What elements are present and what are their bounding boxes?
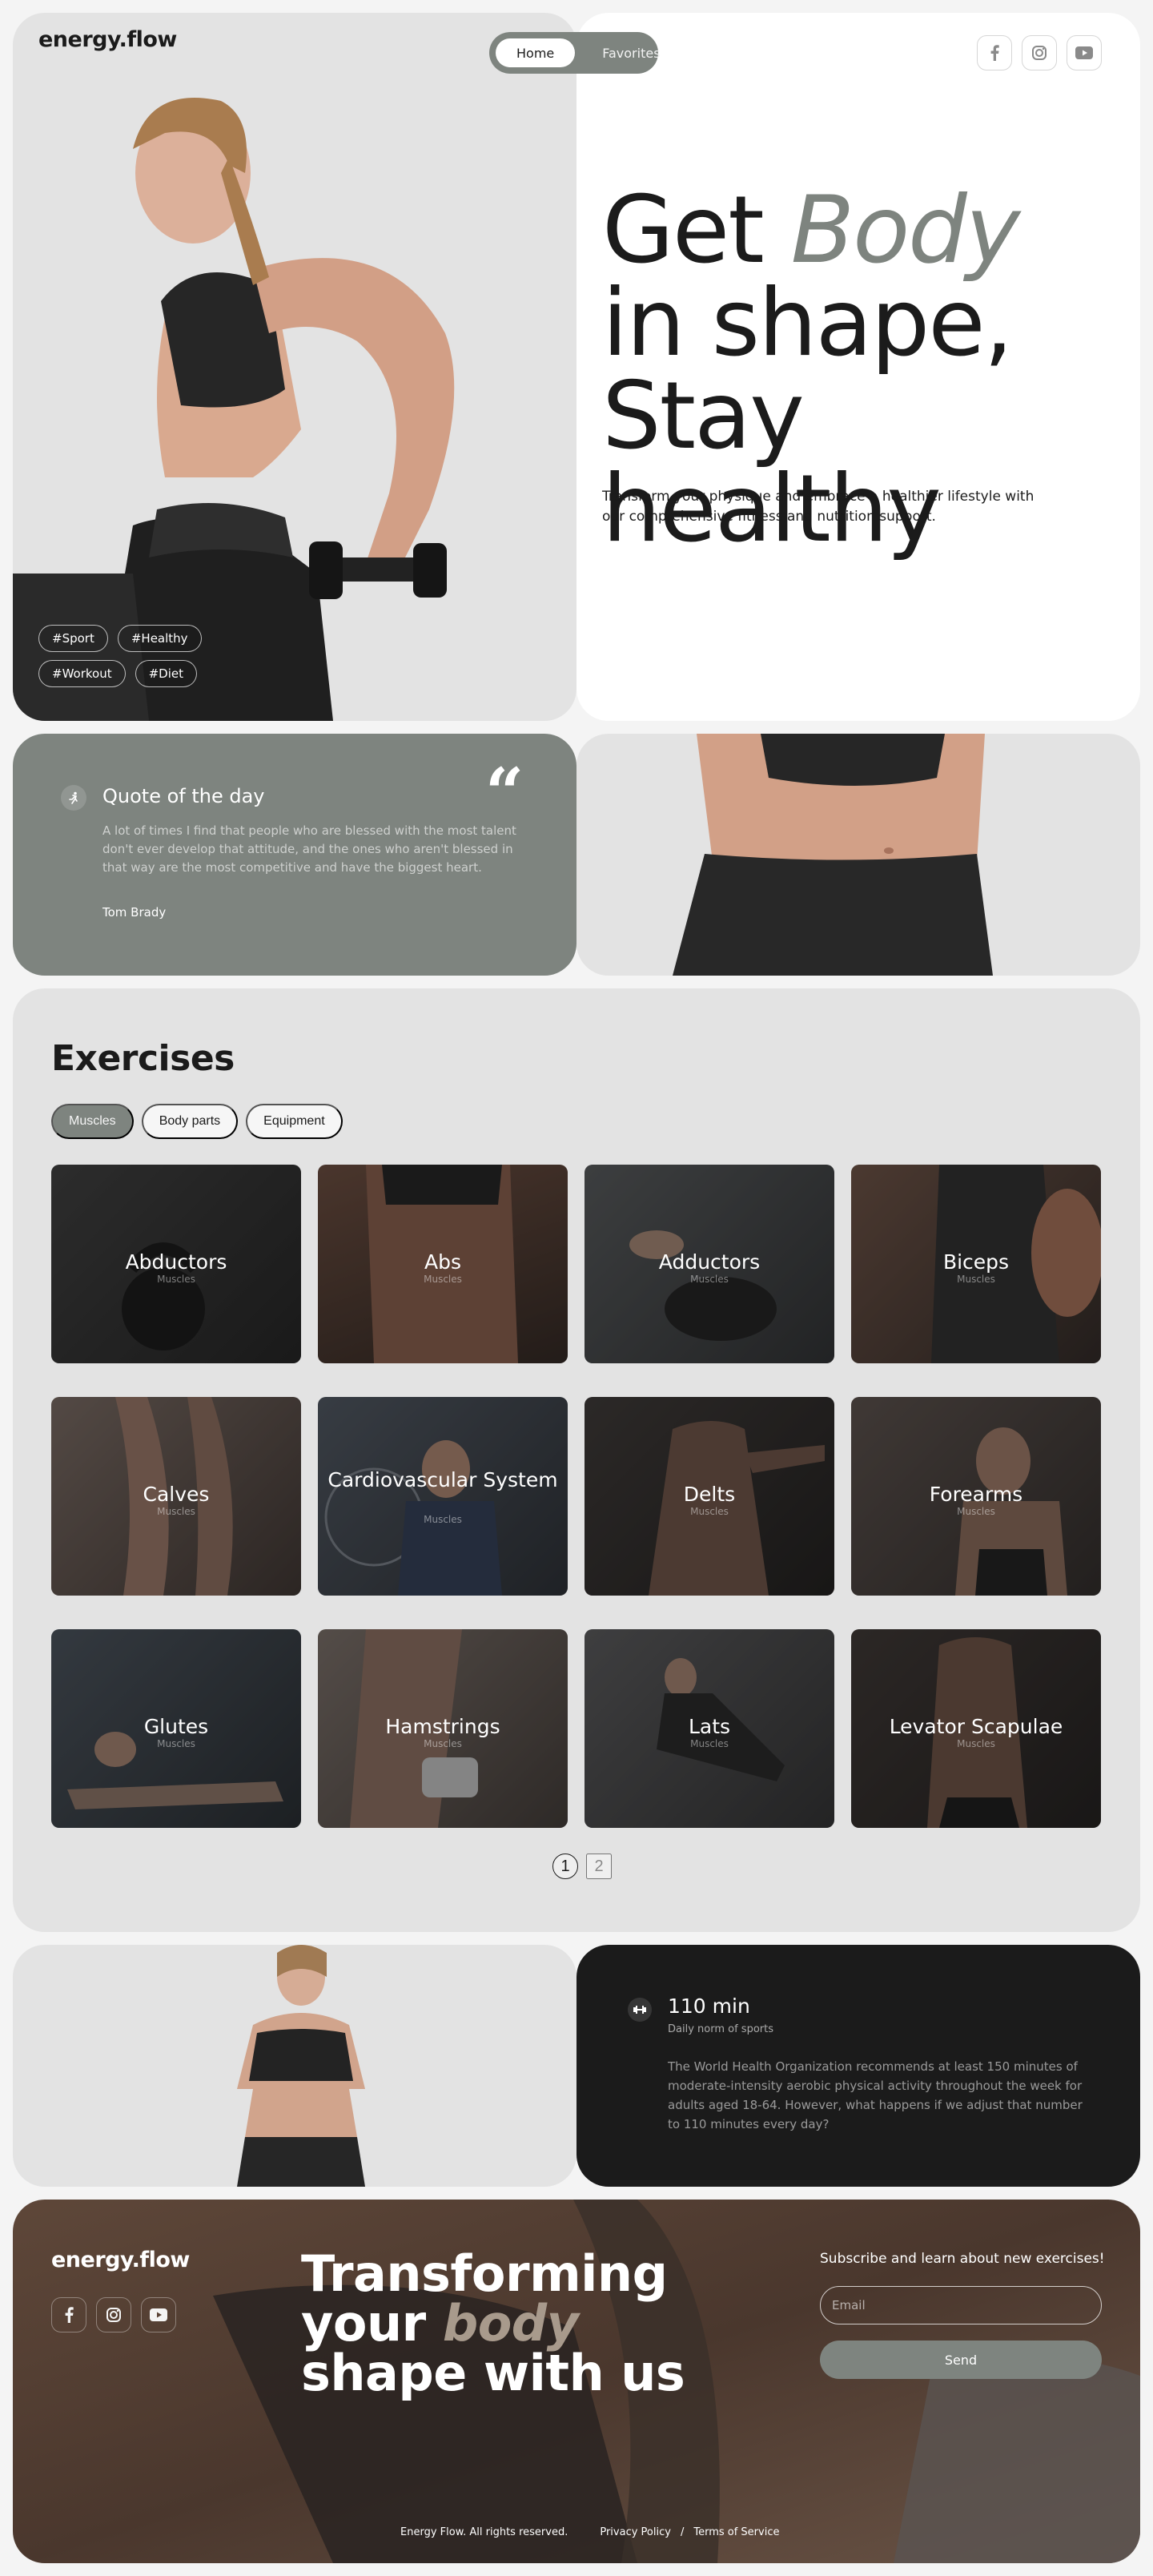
hero-description: Transform your physique and embrace a he… bbox=[602, 489, 1034, 525]
exercise-card-forearms[interactable]: Forearms Muscles bbox=[851, 1397, 1101, 1596]
exercise-card-levator-scapulae[interactable]: Levator Scapulae Muscles bbox=[851, 1629, 1101, 1828]
card-name: Cardiovascular System bbox=[327, 1468, 558, 1491]
hero-image-panel bbox=[13, 13, 576, 721]
exercise-card-cardiovascular-system[interactable]: Cardiovascular System Muscles bbox=[318, 1397, 568, 1596]
send-button[interactable]: Send bbox=[820, 2341, 1102, 2379]
card-name: Biceps bbox=[942, 1250, 1010, 1274]
quote-author: Tom Brady bbox=[102, 905, 167, 920]
facebook-icon[interactable] bbox=[51, 2297, 86, 2332]
filter-body-parts[interactable]: Body parts bbox=[141, 1104, 239, 1139]
card-category: Muscles bbox=[424, 1274, 462, 1285]
exercises-title: Exercises bbox=[51, 1038, 235, 1079]
email-field[interactable] bbox=[820, 2286, 1102, 2324]
quote-text: A lot of times I find that people who ar… bbox=[102, 823, 516, 875]
exercise-card-hamstrings[interactable]: Hamstrings Muscles bbox=[318, 1629, 568, 1828]
header-social-links bbox=[977, 35, 1102, 70]
card-name: Delts bbox=[683, 1483, 736, 1506]
exercise-card-abductors[interactable]: Abductors Muscles bbox=[51, 1165, 301, 1363]
quote-mark-icon: “ bbox=[485, 753, 524, 832]
dumbbell-icon bbox=[628, 1998, 652, 2022]
youtube-icon[interactable] bbox=[1067, 35, 1102, 70]
card-category: Muscles bbox=[424, 1514, 462, 1525]
card-category: Muscles bbox=[157, 1274, 195, 1285]
nav-favorites[interactable]: Favorites bbox=[581, 38, 681, 67]
brand-logo[interactable]: energy.flow bbox=[38, 27, 177, 52]
privacy-policy-link[interactable]: Privacy Policy bbox=[600, 2526, 671, 2538]
hero-title-part-1: Get bbox=[602, 176, 791, 284]
card-name: Abductors bbox=[125, 1250, 227, 1274]
tag-healthy[interactable]: #Healthy bbox=[117, 625, 202, 652]
card-name: Calves bbox=[143, 1483, 210, 1506]
hero-title-italic: Body bbox=[790, 176, 1021, 284]
footer-logo[interactable]: energy.flow bbox=[51, 2248, 190, 2272]
hero-tags: #Sport #Healthy #Workout #Diet bbox=[38, 625, 247, 687]
page-1-button[interactable]: 1 bbox=[552, 1854, 578, 1879]
exercise-card-adductors[interactable]: Adductors Muscles bbox=[585, 1165, 834, 1363]
abs-photo bbox=[673, 734, 993, 976]
abs-photo-card bbox=[576, 734, 1140, 976]
page-2-button[interactable]: 2 bbox=[586, 1854, 612, 1879]
pagination: 1 2 bbox=[552, 1854, 612, 1879]
card-category: Muscles bbox=[157, 1738, 195, 1749]
running-icon bbox=[61, 785, 86, 811]
daily-subtitle: Daily norm of sports bbox=[668, 2023, 773, 2035]
card-name: Lats bbox=[688, 1715, 731, 1738]
daily-minutes: 110 min bbox=[668, 1994, 750, 2018]
card-category: Muscles bbox=[690, 1738, 729, 1749]
tag-workout[interactable]: #Workout bbox=[38, 660, 126, 687]
hero-woman-photo bbox=[13, 98, 455, 721]
footer-social-links bbox=[51, 2297, 176, 2332]
filter-muscles[interactable]: Muscles bbox=[51, 1104, 134, 1139]
subscribe-label: Subscribe and learn about new exercises! bbox=[820, 2251, 1105, 2267]
exercise-card-calves[interactable]: Calves Muscles bbox=[51, 1397, 301, 1596]
card-category: Muscles bbox=[424, 1738, 462, 1749]
card-name: Abs bbox=[424, 1250, 461, 1274]
exercise-card-lats[interactable]: Lats Muscles bbox=[585, 1629, 834, 1828]
card-category: Muscles bbox=[690, 1506, 729, 1517]
card-category: Muscles bbox=[690, 1274, 729, 1285]
filter-equipment[interactable]: Equipment bbox=[246, 1104, 343, 1139]
quote-title: Quote of the day bbox=[102, 785, 265, 807]
card-category: Muscles bbox=[957, 1274, 995, 1285]
instagram-icon[interactable] bbox=[1022, 35, 1057, 70]
model-photo-card bbox=[13, 1945, 576, 2187]
card-category: Muscles bbox=[957, 1738, 995, 1749]
footer-title-part-2: shape with us bbox=[301, 2344, 685, 2402]
footer-bottom-bar: Energy Flow. All rights reserved. Privac… bbox=[400, 2526, 779, 2538]
model-photo bbox=[237, 1945, 365, 2187]
instagram-icon[interactable] bbox=[96, 2297, 131, 2332]
main-nav: Home Favorites bbox=[489, 32, 661, 74]
footer-title: Transforming your body shape with us bbox=[301, 2249, 749, 2398]
exercise-card-abs[interactable]: Abs Muscles bbox=[318, 1165, 568, 1363]
exercise-card-glutes[interactable]: Glutes Muscles bbox=[51, 1629, 301, 1828]
daily-text: The World Health Organization recommends… bbox=[668, 2059, 1083, 2131]
youtube-icon[interactable] bbox=[141, 2297, 176, 2332]
card-category: Muscles bbox=[957, 1506, 995, 1517]
exercise-filters: Muscles Body parts Equipment bbox=[51, 1104, 343, 1139]
exercise-card-delts[interactable]: Delts Muscles bbox=[585, 1397, 834, 1596]
card-category: Muscles bbox=[157, 1506, 195, 1517]
terms-of-service-link[interactable]: Terms of Service bbox=[693, 2526, 779, 2538]
facebook-icon[interactable] bbox=[977, 35, 1012, 70]
tag-sport[interactable]: #Sport bbox=[38, 625, 108, 652]
nav-home[interactable]: Home bbox=[496, 38, 576, 67]
card-name: Forearms bbox=[929, 1483, 1023, 1506]
card-name: Glutes bbox=[143, 1715, 209, 1738]
card-name: Adductors bbox=[658, 1250, 761, 1274]
card-name: Levator Scapulae bbox=[889, 1715, 1063, 1738]
card-name: Hamstrings bbox=[385, 1715, 500, 1738]
exercise-card-biceps[interactable]: Biceps Muscles bbox=[851, 1165, 1101, 1363]
copyright-text: Energy Flow. All rights reserved. bbox=[400, 2526, 568, 2538]
tag-diet[interactable]: #Diet bbox=[135, 660, 197, 687]
footer-separator: / bbox=[680, 2526, 685, 2538]
